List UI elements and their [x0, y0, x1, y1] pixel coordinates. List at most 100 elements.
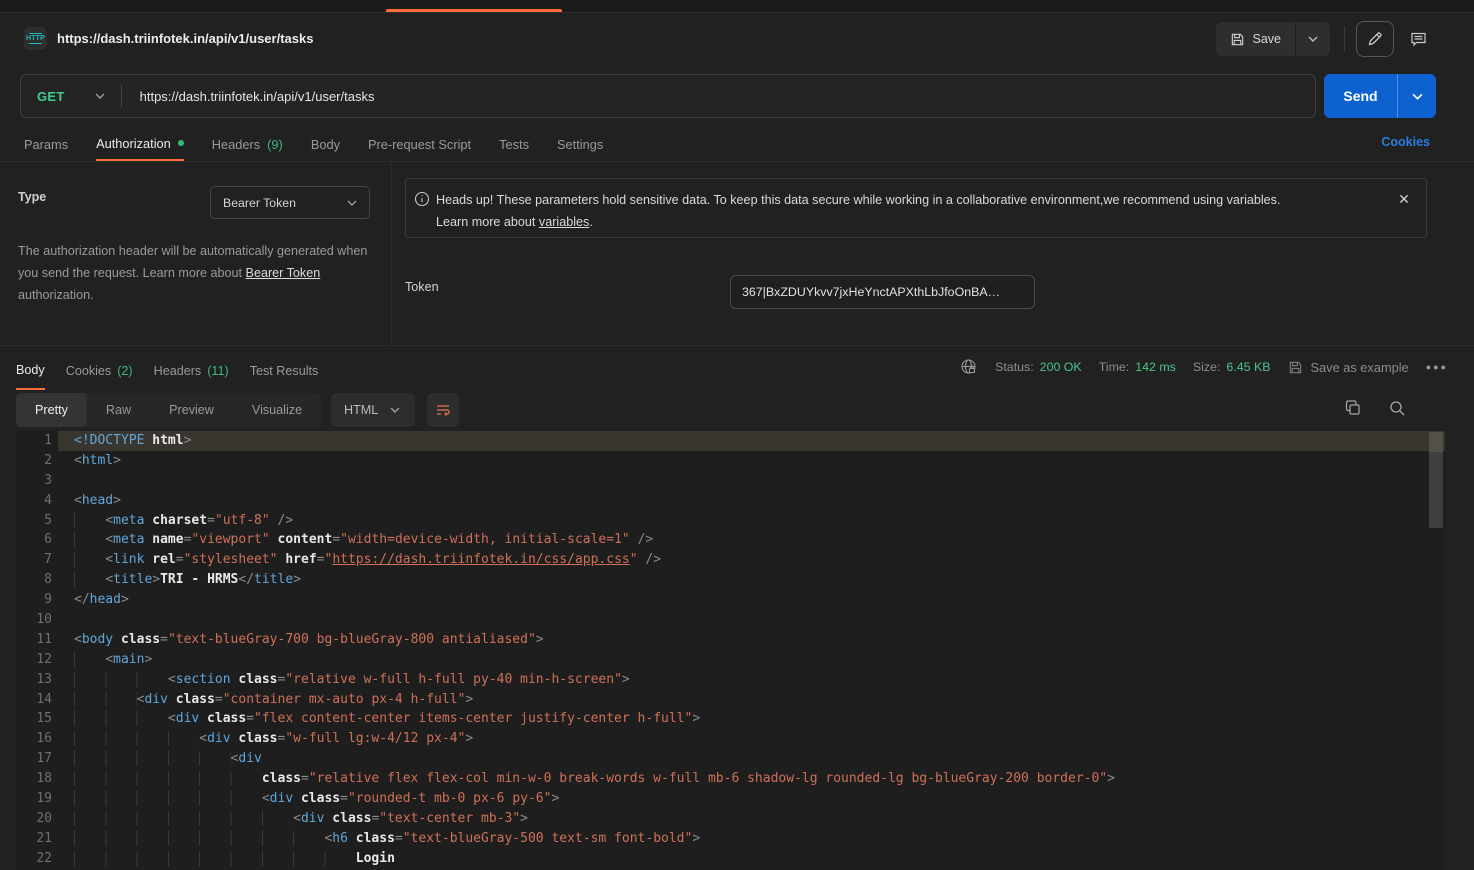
size-value: 6.45 KB	[1226, 360, 1270, 374]
url-input[interactable]: https://dash.triinfotek.in/api/v1/user/t…	[122, 89, 1315, 104]
bearer-token-link[interactable]: Bearer Token	[246, 266, 321, 280]
save-icon	[1230, 32, 1245, 47]
tab-body[interactable]: Body	[311, 127, 340, 161]
response-tabs: Body Cookies(2) Headers(11) Test Results	[16, 352, 318, 390]
http-method-icon: HTTP	[24, 27, 47, 50]
save-options-button[interactable]	[1295, 22, 1330, 56]
line-number: 3	[16, 471, 52, 491]
sensitive-data-banner: Heads up! These parameters hold sensitiv…	[405, 178, 1427, 238]
cookies-link[interactable]: Cookies	[1381, 135, 1430, 149]
line-number: 4	[16, 491, 52, 511]
code-line: 2<html>	[16, 451, 1445, 471]
copy-button[interactable]	[1344, 399, 1362, 417]
response-view-toolbar: PrettyRawPreviewVisualize HTML	[16, 393, 1458, 427]
line-number: 8	[16, 570, 52, 590]
line-number: 5	[16, 511, 52, 531]
tab-headers[interactable]: Headers(9)	[212, 127, 283, 161]
network-icon[interactable]	[960, 358, 978, 376]
send-options-button[interactable]	[1397, 74, 1436, 118]
chevron-down-icon	[95, 93, 105, 99]
token-label: Token	[405, 280, 439, 294]
request-tabs-row: Params Authorization Headers(9) Body Pre-req…	[0, 127, 1474, 162]
code-line: 10	[16, 610, 1445, 630]
save-icon	[1288, 360, 1303, 375]
authorization-panel: Type Bearer Token The authorization head…	[0, 163, 1474, 346]
line-number: 17	[16, 749, 52, 769]
tab-count: (9)	[267, 137, 283, 152]
response-body-code[interactable]: 1<!DOCTYPE html>2<html>34<head>5 <meta c…	[16, 431, 1445, 870]
auth-set-dot	[178, 140, 184, 146]
view-tab-preview[interactable]: Preview	[150, 393, 233, 427]
save-button[interactable]: Save	[1216, 22, 1296, 56]
wrap-lines-icon	[435, 402, 451, 418]
chevron-down-icon	[347, 200, 357, 206]
time-pair[interactable]: Time:142 ms	[1099, 360, 1176, 374]
token-input[interactable]: 367|BxZDUYkvv7jxHeYnctAPXthLbJfoOnBA…	[730, 275, 1035, 309]
code-line: 5 <meta charset="utf-8" />	[16, 511, 1445, 531]
auth-type-select[interactable]: Bearer Token	[210, 186, 370, 219]
code-line: 3	[16, 471, 1445, 491]
chevron-down-icon	[390, 407, 400, 413]
variables-link[interactable]: variables	[539, 215, 589, 229]
scrollbar-highlight	[1429, 432, 1443, 452]
view-tab-pretty[interactable]: Pretty	[16, 393, 87, 427]
line-number: 20	[16, 809, 52, 829]
comment-button[interactable]	[1404, 25, 1432, 53]
view-mode-tabs: PrettyRawPreviewVisualize	[16, 393, 321, 427]
wrap-lines-button[interactable]	[427, 393, 459, 427]
code-line: 18 class="relative flex flex-col min-w-0…	[16, 769, 1445, 789]
search-icon	[1388, 399, 1406, 417]
line-number: 21	[16, 829, 52, 849]
chevron-down-icon	[1412, 93, 1423, 100]
tab-count: (11)	[207, 364, 228, 378]
line-number: 2	[16, 451, 52, 471]
response-tab-body[interactable]: Body	[16, 352, 45, 390]
code-line: 21 <h6 class="text-blueGray-500 text-sm …	[16, 829, 1445, 849]
code-line: 19 <div class="rounded-t mb-0 px-6 py-6"…	[16, 789, 1445, 809]
send-button[interactable]: Send	[1324, 74, 1397, 118]
status-pair[interactable]: Status:200 OK	[995, 360, 1082, 374]
line-number: 12	[16, 650, 52, 670]
line-number: 14	[16, 690, 52, 710]
tab-settings[interactable]: Settings	[557, 127, 603, 161]
close-icon[interactable]: ✕	[1394, 189, 1414, 209]
tab-count: (2)	[117, 364, 132, 378]
response-tab-cookies[interactable]: Cookies(2)	[66, 352, 133, 390]
auth-description: The authorization header will be automat…	[18, 240, 376, 306]
panel-divider	[391, 163, 392, 346]
size-pair[interactable]: Size:6.45 KB	[1193, 360, 1271, 374]
code-line: 1<!DOCTYPE html>	[16, 431, 1445, 451]
code-line: 13 <section class="relative w-full h-ful…	[16, 670, 1445, 690]
tab-authorization[interactable]: Authorization	[96, 127, 184, 161]
request-header: HTTP https://dash.triinfotek.in/api/v1/u…	[0, 13, 1474, 66]
banner-text-2: Learn more about variables.	[436, 210, 1386, 234]
view-tab-raw[interactable]: Raw	[87, 393, 150, 427]
response-tab-headers[interactable]: Headers(11)	[154, 352, 229, 390]
response-tab-test-results[interactable]: Test Results	[250, 352, 319, 390]
view-tab-visualize[interactable]: Visualize	[233, 393, 321, 427]
line-number: 10	[16, 610, 52, 630]
code-line: 9</head>	[16, 590, 1445, 610]
save-as-example-button[interactable]: Save as example	[1288, 360, 1409, 375]
code-line: 16 <div class="w-full lg:w-4/12 px-4">	[16, 729, 1445, 749]
chevron-down-icon	[1308, 36, 1318, 42]
save-button-group[interactable]: Save	[1216, 22, 1331, 56]
tab-params[interactable]: Params	[24, 127, 68, 161]
code-line: 20 <div class="text-center mb-3">	[16, 809, 1445, 829]
code-line: 14 <div class="container mx-auto px-4 h-…	[16, 690, 1445, 710]
code-line: 4<head>	[16, 491, 1445, 511]
tab-tests[interactable]: Tests	[499, 127, 529, 161]
more-options-icon[interactable]: ●●●	[1426, 362, 1448, 372]
response-header: Body Cookies(2) Headers(11) Test Results St…	[0, 347, 1474, 391]
line-number: 18	[16, 769, 52, 789]
format-select[interactable]: HTML	[331, 393, 415, 427]
scrollbar-thumb[interactable]	[1429, 452, 1443, 528]
edit-button[interactable]	[1356, 21, 1394, 57]
auth-type-label: Type	[18, 190, 46, 204]
request-tabs: Params Authorization Headers(9) Body Pre-req…	[24, 127, 603, 162]
send-button-group[interactable]: Send	[1324, 74, 1436, 118]
tab-pre-request-script[interactable]: Pre-request Script	[368, 127, 471, 161]
method-selector[interactable]: GET	[21, 89, 121, 104]
search-button[interactable]	[1388, 399, 1406, 417]
method-label: GET	[37, 89, 65, 104]
